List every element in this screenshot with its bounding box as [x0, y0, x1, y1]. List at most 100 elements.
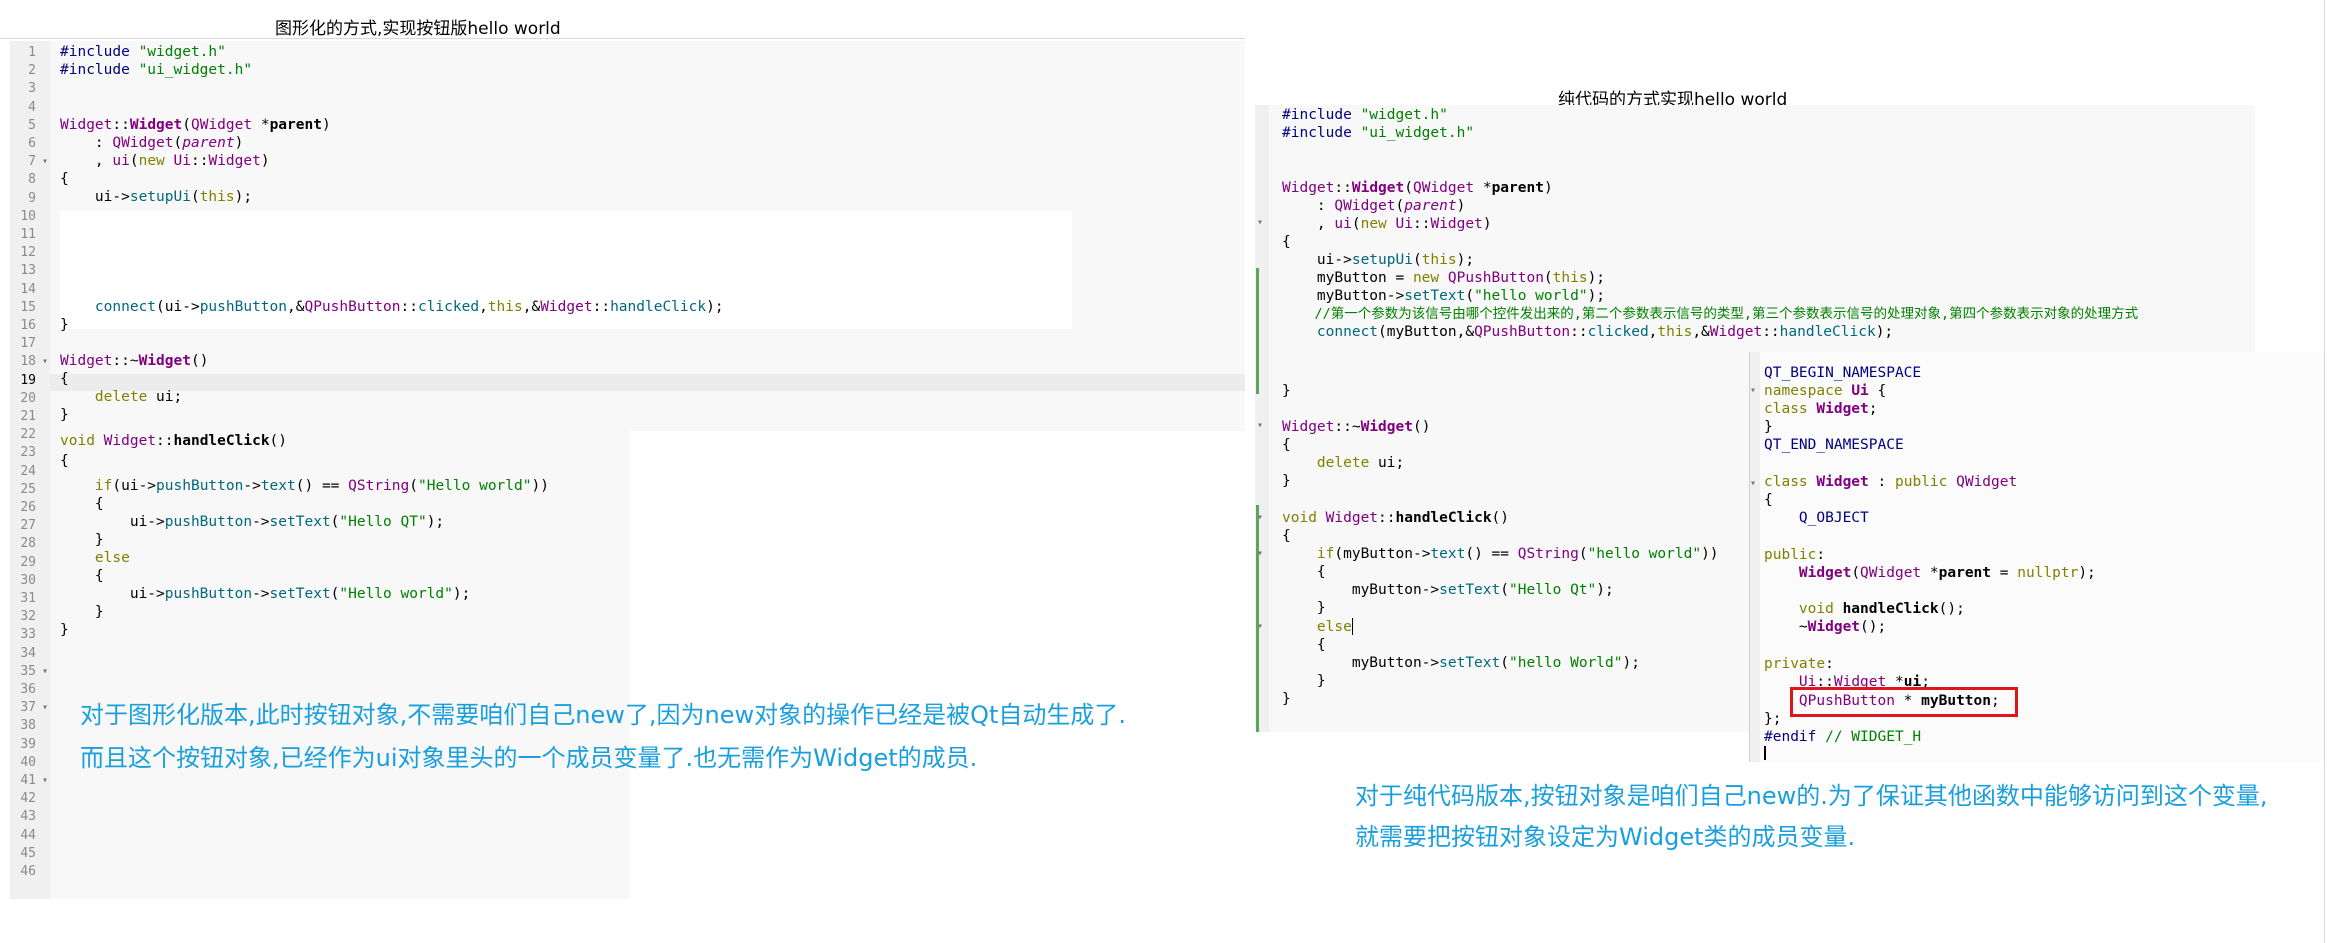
left-patch-2 [630, 431, 1245, 731]
t: ); [1587, 288, 1606, 304]
t: ( [1351, 216, 1361, 232]
t: new [138, 153, 165, 169]
line-number: 25 [20, 481, 36, 497]
t: :: [1378, 510, 1396, 526]
t: handleClick [1395, 510, 1492, 526]
t: clicked [1587, 324, 1649, 340]
t: -> [252, 586, 270, 602]
t: handleClick [610, 299, 707, 315]
code-line: { [60, 568, 104, 584]
code-line: QT_END_NAMESPACE [1764, 437, 1904, 453]
t: ::~ [112, 353, 139, 369]
t: namespace [1764, 383, 1843, 399]
t: )) [531, 478, 549, 494]
t: QWidget [1860, 565, 1922, 581]
line-number: 14 [20, 281, 36, 297]
code-line: Widget::~Widget() [60, 352, 208, 370]
t: :: [400, 299, 418, 315]
line-number: 3 [28, 81, 36, 97]
code-line: class Widget : public QWidget [1764, 473, 2017, 491]
t: ); [1587, 270, 1606, 286]
line-number: 31 [20, 591, 36, 606]
code-line: { [1282, 234, 1291, 250]
code-line: } [60, 407, 69, 423]
code-line: delete ui; [1282, 454, 1404, 472]
line-number: 18 [20, 354, 36, 370]
t: ; [1868, 401, 1878, 417]
line-number: 44 [20, 827, 36, 843]
line-number: 32 [20, 609, 36, 625]
t: parent [182, 135, 235, 151]
line-number: 5 [28, 117, 36, 133]
code-line: Widget::Widget(QWidget *parent) [60, 116, 331, 134]
code-line: connect(myButton,&QPushButton::clicked,t… [1282, 323, 1893, 341]
t: Widget [60, 353, 113, 369]
fold-marker-icon[interactable]: ▾ [42, 702, 48, 713]
line-number: 45 [20, 845, 36, 861]
fold-marker-icon[interactable]: ▾ [42, 666, 48, 677]
line-number: 22 [20, 427, 36, 443]
t: this [199, 189, 235, 205]
str: "ui_widget.h" [138, 62, 253, 78]
t: "widget.h" [1360, 107, 1448, 123]
t: ( [190, 189, 200, 205]
t: ui-> [60, 586, 165, 602]
t: pushButton [164, 514, 253, 530]
t: ) [234, 135, 244, 151]
t: ); [706, 299, 724, 315]
kw: #include [60, 62, 130, 78]
code-line: if(myButton->text() == QString("hello wo… [1282, 545, 1719, 563]
t: () == [295, 478, 349, 494]
t: ,& [522, 299, 541, 315]
code-line: } [60, 604, 104, 620]
fold-marker-icon: ▾ [1257, 621, 1264, 632]
t: pushButton [156, 478, 244, 494]
fold-marker-icon[interactable]: ▾ [42, 356, 48, 367]
t: ui-> [60, 514, 165, 530]
t: () [1491, 510, 1510, 526]
t: "hello world" [1587, 546, 1702, 562]
t: myButton = [1282, 270, 1413, 286]
t: ( [1578, 546, 1588, 562]
t: myButton-> [1282, 288, 1405, 304]
code-line: } [60, 622, 69, 638]
t: QWidget [1956, 474, 2018, 490]
line-number: 35 [20, 663, 36, 679]
t [1764, 565, 1799, 581]
t: Widget [1798, 565, 1852, 581]
t: Widget [1282, 419, 1335, 435]
line-number: 12 [20, 245, 36, 261]
t: :: [191, 153, 209, 169]
t: private [1764, 656, 1826, 672]
fold-marker-icon[interactable]: ▾ [42, 156, 48, 167]
highlight-box [1790, 687, 2018, 717]
code-line: { [1282, 637, 1326, 653]
t: ( [129, 153, 139, 169]
header-panel-edge [1749, 352, 1750, 762]
t: -> [252, 514, 270, 530]
fold-marker-icon[interactable]: ▾ [42, 775, 48, 786]
t: (myButton-> [1334, 546, 1431, 562]
t: Widget [1430, 216, 1483, 232]
code-line: , ui(new Ui::Widget) [60, 152, 270, 170]
line-number: 33 [20, 627, 36, 643]
line-number: 28 [20, 536, 36, 552]
t: ) [1543, 180, 1553, 196]
code-line: namespace Ui { [1764, 382, 1886, 400]
t: this [487, 299, 523, 315]
code-line: delete ui; [60, 388, 182, 406]
t: ); [1875, 324, 1894, 340]
code-line: myButton->setText("hello World"); [1282, 654, 1640, 672]
t: QString [1517, 546, 1579, 562]
t: new [1412, 270, 1440, 286]
t: text [260, 478, 296, 494]
t [1387, 216, 1396, 232]
t: this [1657, 324, 1693, 340]
t: (); [1938, 601, 1965, 617]
fold-marker-icon: ▾ [1750, 478, 1757, 489]
left-caption-divider [0, 38, 1245, 39]
t: "ui_widget.h" [1360, 125, 1475, 141]
t: QWidget [112, 135, 174, 151]
code-line: ui->pushButton->setText("Hello QT"); [60, 513, 444, 531]
t: ( [1412, 252, 1422, 268]
